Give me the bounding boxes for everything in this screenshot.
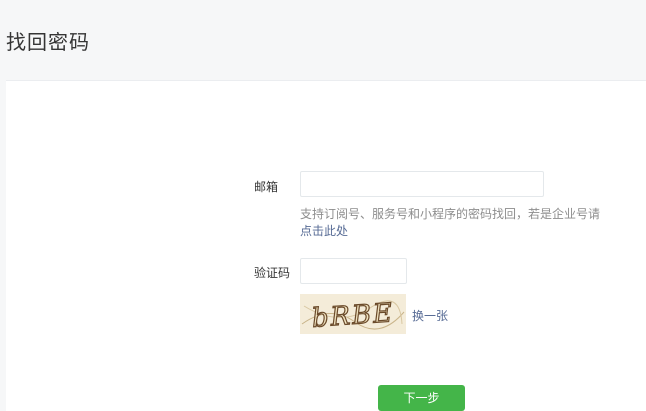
- captcha-input[interactable]: [300, 258, 407, 284]
- captcha-image[interactable]: bRBE: [300, 294, 406, 334]
- refresh-captcha-link[interactable]: 换一张: [412, 307, 448, 324]
- email-label: 邮箱: [254, 180, 279, 194]
- captcha-label: 验证码: [254, 266, 291, 280]
- next-step-button[interactable]: 下一步: [378, 385, 465, 411]
- email-input[interactable]: [300, 171, 544, 197]
- captcha-text: bRBE: [311, 298, 395, 334]
- email-tip: 支持订阅号、服务号和小程序的密码找回，若是企业号请: [300, 207, 601, 221]
- enterprise-click-here-link[interactable]: 点击此处: [300, 222, 348, 239]
- page-title: 找回密码: [6, 30, 90, 54]
- form-card: 邮箱 支持订阅号、服务号和小程序的密码找回，若是企业号请 点击此处 验证码 bR…: [6, 80, 646, 411]
- captcha-image-graphic: bRBE: [301, 298, 405, 334]
